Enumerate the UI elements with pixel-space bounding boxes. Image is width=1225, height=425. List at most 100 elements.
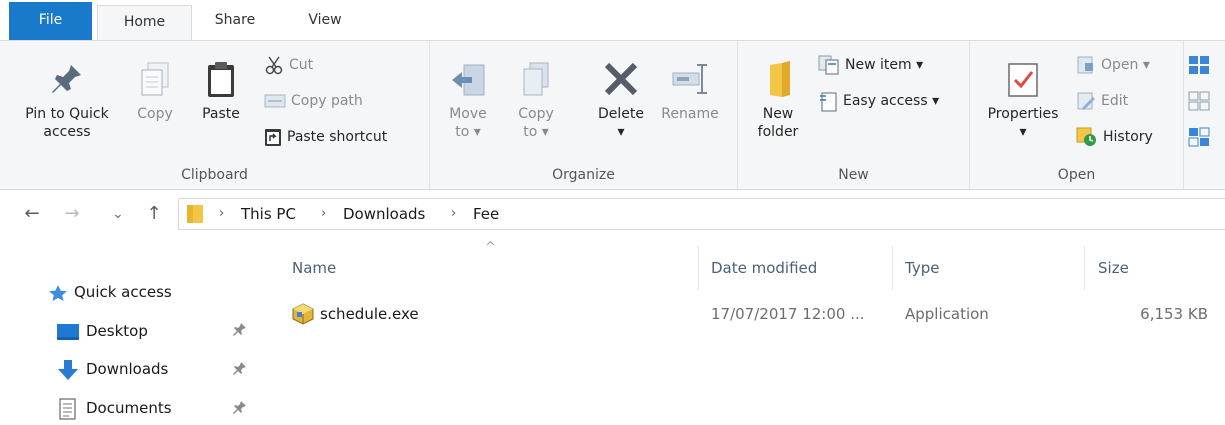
copy-button[interactable]: Copy <box>124 59 186 123</box>
delete-x-icon <box>604 62 638 96</box>
breadcrumb-separator[interactable]: › <box>451 199 456 229</box>
organize-group-label: Organize <box>552 167 615 183</box>
sidebar-item-label: Downloads <box>86 360 169 378</box>
recent-locations-button[interactable]: ⌄ <box>106 200 130 228</box>
sidebar-item-documents[interactable]: Documents <box>56 393 172 423</box>
pinned-icon[interactable] <box>233 361 247 375</box>
download-arrow-icon <box>58 359 78 380</box>
address-bar[interactable]: › This PC › Downloads › Fee <box>178 198 1225 230</box>
column-divider[interactable] <box>1084 246 1085 290</box>
rename-button[interactable]: Rename <box>656 59 724 123</box>
delete-button[interactable]: Delete ▾ <box>588 59 654 141</box>
properties-dropdown-arrow[interactable]: ▾ <box>1019 124 1026 140</box>
sidebar-item-desktop[interactable]: Desktop <box>56 316 148 346</box>
select-none-icon[interactable] <box>1188 91 1210 111</box>
breadcrumb-this-pc[interactable]: This PC <box>241 199 296 229</box>
open-button[interactable]: Open ▾ <box>1076 53 1150 77</box>
copy-to-button[interactable]: Copy to ▾ <box>506 59 566 141</box>
tab-view[interactable]: View <box>290 0 360 40</box>
new-folder-button[interactable]: New folder <box>750 59 806 141</box>
copy-to-label-2: to ▾ <box>523 124 549 140</box>
select-all-icon[interactable] <box>1188 55 1210 75</box>
easy-access-icon <box>820 92 837 112</box>
forward-button[interactable]: → <box>60 200 84 228</box>
copy-path-icon <box>264 94 286 108</box>
rename-icon <box>672 64 707 94</box>
edit-icon <box>1077 92 1095 110</box>
application-exe-icon <box>292 303 314 325</box>
column-header-date-modified[interactable]: Date modified <box>711 254 817 282</box>
copy-label: Copy <box>137 106 173 122</box>
open-label: Open ▾ <box>1101 57 1150 73</box>
folder-icon <box>770 61 790 97</box>
edit-button[interactable]: Edit <box>1076 89 1128 113</box>
pinned-icon[interactable] <box>233 400 247 414</box>
sidebar-item-downloads[interactable]: Downloads <box>56 354 168 384</box>
up-button[interactable]: ↑ <box>142 200 166 228</box>
history-button[interactable]: History <box>1076 125 1153 149</box>
documents-icon <box>59 397 76 420</box>
column-header-size[interactable]: Size <box>1098 254 1129 282</box>
copy-path-button[interactable]: Copy path <box>264 89 363 113</box>
rename-label: Rename <box>661 106 719 122</box>
open-group-label: Open <box>1057 167 1096 183</box>
clipboard-group: Pin to Quick access Copy Paste Cut Copy … <box>0 41 430 189</box>
easy-access-button[interactable]: Easy access ▾ <box>818 89 939 113</box>
open-group: Properties ▾ Open ▾ Edit History Open <box>970 41 1184 189</box>
file-date-modified: 17/07/2017 12:00 ... <box>711 305 865 323</box>
pin-label-2: access <box>43 124 91 140</box>
sidebar-item-label: Documents <box>86 399 172 417</box>
edit-label: Edit <box>1101 93 1129 109</box>
clipboard-group-label: Clipboard <box>181 167 248 183</box>
copy-to-label-1: Copy <box>518 106 554 122</box>
properties-button[interactable]: Properties ▾ <box>978 59 1068 141</box>
cut-label: Cut <box>289 57 314 73</box>
new-item-icon <box>818 55 839 75</box>
navigation-bar: ← → ⌄ ↑ › This PC › Downloads › Fee <box>0 194 1225 234</box>
copy-path-label: Copy path <box>291 93 363 109</box>
tab-home[interactable]: Home <box>97 5 192 41</box>
file-name[interactable]: schedule.exe <box>320 300 419 328</box>
new-group: New folder New item ▾ Easy access ▾ New <box>738 41 970 189</box>
move-to-label-2: to ▾ <box>455 124 481 140</box>
scissors-icon <box>265 56 283 75</box>
tab-share[interactable]: Share <box>200 0 270 40</box>
folder-icon <box>187 205 203 223</box>
back-button[interactable]: ← <box>20 200 44 228</box>
select-group <box>1184 41 1225 189</box>
sidebar-item-quick-access[interactable]: Quick access <box>48 277 172 307</box>
column-divider[interactable] <box>698 246 699 290</box>
move-to-button[interactable]: Move to ▾ <box>438 59 498 141</box>
pin-to-quick-access-button[interactable]: Pin to Quick access <box>14 59 120 141</box>
properties-label: Properties <box>987 106 1059 122</box>
column-header-name[interactable]: Name <box>292 254 336 282</box>
paste-label: Paste <box>202 106 240 122</box>
paste-shortcut-button[interactable]: Paste shortcut <box>264 125 387 149</box>
move-to-icon <box>452 64 485 96</box>
breadcrumb-downloads[interactable]: Downloads <box>343 199 425 229</box>
breadcrumb-separator[interactable]: › <box>321 199 326 229</box>
delete-label: Delete <box>598 106 644 122</box>
sort-ascending-indicator: ^ <box>485 240 496 255</box>
sidebar-item-label: Desktop <box>86 322 148 340</box>
pin-label-1: Pin to Quick <box>25 106 109 122</box>
history-label: History <box>1103 129 1153 145</box>
clipboard-icon <box>208 62 234 97</box>
breadcrumb-fee[interactable]: Fee <box>473 199 499 229</box>
ribbon: Pin to Quick access Copy Paste Cut Copy … <box>0 40 1225 190</box>
organize-group: Move to ▾ Copy to ▾ Delete ▾ Rename Orga… <box>430 41 738 189</box>
delete-dropdown-arrow[interactable]: ▾ <box>617 124 624 140</box>
paste-button[interactable]: Paste <box>190 59 252 123</box>
easy-access-label: Easy access ▾ <box>843 93 940 109</box>
history-icon <box>1076 127 1096 146</box>
copy-to-icon <box>523 62 549 96</box>
tab-file[interactable]: File <box>9 2 92 40</box>
new-folder-label-1: New <box>762 106 794 122</box>
column-divider[interactable] <box>892 246 893 290</box>
sidebar-item-label: Quick access <box>74 283 172 301</box>
cut-button[interactable]: Cut <box>264 53 313 77</box>
new-item-button[interactable]: New item ▾ <box>818 53 923 77</box>
invert-selection-icon[interactable] <box>1188 127 1210 147</box>
pinned-icon[interactable] <box>233 322 247 336</box>
column-header-type[interactable]: Type <box>905 254 939 282</box>
